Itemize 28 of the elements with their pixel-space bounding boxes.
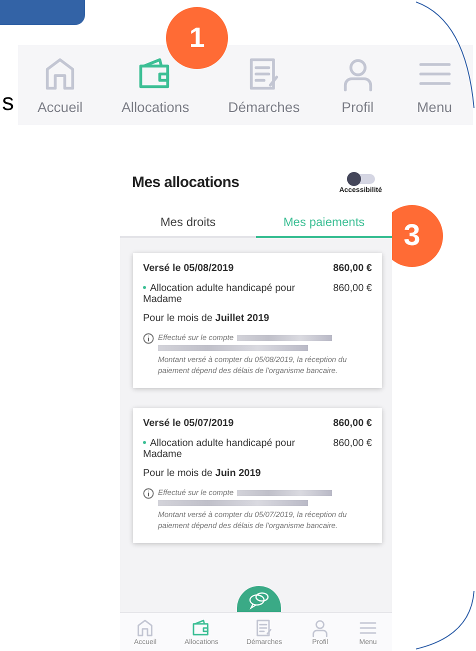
screen-title: Mes allocations — [132, 174, 240, 193]
home-icon — [135, 618, 156, 638]
payment-total: 860,00 € — [333, 418, 372, 429]
nav-tab[interactable]: Menu — [416, 55, 454, 115]
step-badge: 1 — [166, 7, 228, 69]
wallet-icon — [191, 618, 212, 638]
document-icon — [254, 618, 274, 638]
payment-date: Versé le 05/08/2019 — [143, 263, 234, 274]
nav-tab[interactable]: Profil — [338, 55, 377, 115]
tab[interactable]: Mes droits — [120, 210, 256, 238]
nav-tab[interactable]: Accueil — [37, 55, 83, 115]
allowance-name: Allocation adulte handicapé pour Madame — [143, 283, 296, 305]
payment-total: 860,00 € — [333, 263, 372, 274]
chat-button[interactable] — [237, 586, 281, 612]
person-icon — [310, 618, 330, 638]
payment-month: Pour le mois de Juin 2019 — [143, 468, 262, 479]
cut-text: s — [2, 89, 15, 117]
accessibility-toggle[interactable] — [346, 174, 375, 184]
info-icon — [143, 488, 154, 499]
payment-date: Versé le 05/07/2019 — [143, 418, 234, 429]
chat-icon — [248, 592, 270, 610]
allowance-amount: 860,00 € — [333, 438, 372, 451]
allowance-amount: 860,00 € — [333, 283, 372, 296]
allowance-name: Allocation adulte handicapé pour Madame — [143, 438, 296, 460]
info-icon — [143, 333, 154, 344]
payment-month: Pour le mois de Juillet 2019 — [143, 313, 270, 324]
decorative-arc — [416, 591, 476, 651]
nav-tab[interactable]: Démarches — [228, 55, 300, 115]
